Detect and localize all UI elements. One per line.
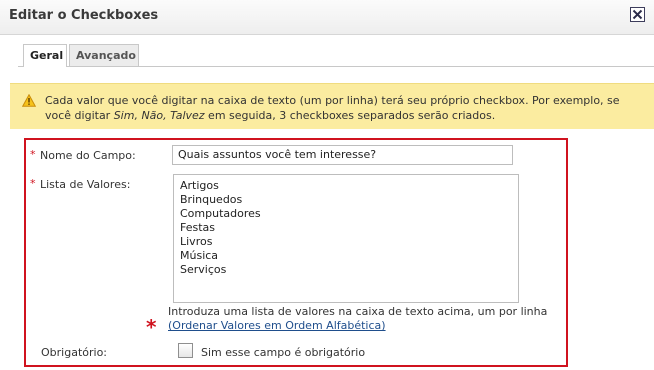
- required-mark-field-name: *: [30, 148, 36, 161]
- tab-geral[interactable]: Geral: [23, 44, 67, 67]
- list-item: Brinquedos: [180, 193, 243, 206]
- list-item: Computadores: [180, 207, 261, 220]
- notice-example: Sim, Não, Talvez: [113, 109, 205, 122]
- list-item: Artigos: [180, 179, 219, 192]
- dialog-header: Editar o Checkboxes: [0, 0, 654, 35]
- list-item: Festas: [180, 221, 216, 234]
- sort-values-link[interactable]: (Ordenar Valores em Ordem Alfabética): [168, 319, 386, 332]
- required-asterisk-icon: *: [146, 315, 157, 339]
- close-button[interactable]: [630, 7, 645, 22]
- values-hint: Introduza uma lista de valores na caixa …: [168, 305, 548, 318]
- field-name-input[interactable]: Quais assuntos você tem interesse?: [172, 145, 513, 165]
- edit-checkboxes-dialog: Editar o Checkboxes Geral Avançado Cada …: [0, 0, 654, 370]
- warning-icon: [21, 93, 37, 107]
- notice-text-part2: em seguida, 3 checkboxes separados serão…: [204, 109, 496, 122]
- list-item: Serviços: [180, 263, 227, 276]
- tab-avancado[interactable]: Avançado: [69, 44, 139, 66]
- required-checkbox[interactable]: [178, 343, 193, 358]
- values-list-label: Lista de Valores:: [40, 178, 131, 191]
- field-name-label: Nome do Campo:: [40, 149, 136, 162]
- required-checkbox-label[interactable]: Sim esse campo é obrigatório: [201, 346, 365, 359]
- info-notice: Cada valor que você digitar na caixa de …: [10, 83, 654, 129]
- list-item: Livros: [180, 235, 213, 248]
- notice-text: Cada valor que você digitar na caixa de …: [45, 93, 645, 123]
- required-mark-values: *: [30, 177, 36, 190]
- list-item: Música: [180, 249, 219, 262]
- required-label: Obrigatório:: [41, 346, 107, 359]
- values-textarea[interactable]: Artigos Brinquedos Computadores Festas L…: [173, 174, 519, 303]
- dialog-title: Editar o Checkboxes: [9, 8, 159, 23]
